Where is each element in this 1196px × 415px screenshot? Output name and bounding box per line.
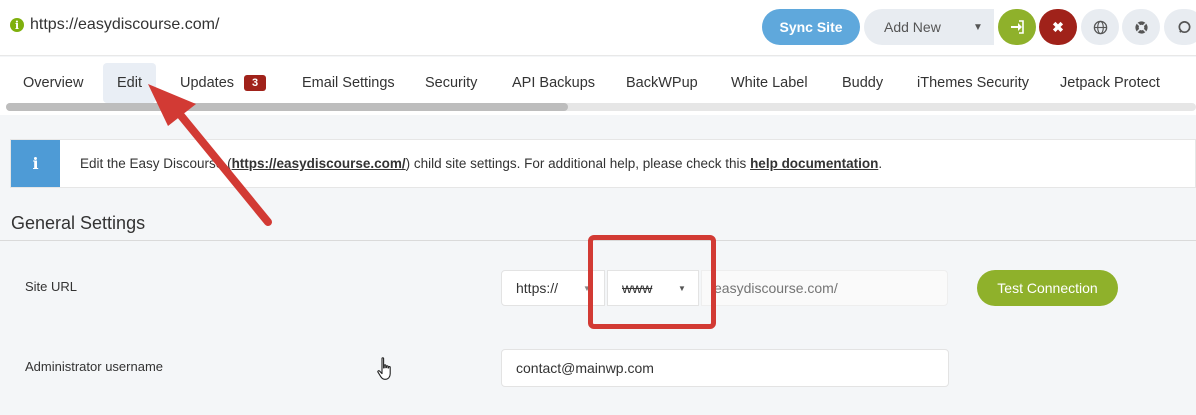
domain-input[interactable]: [701, 270, 948, 306]
tab-jetpack-protect[interactable]: Jetpack Protect: [1060, 63, 1160, 103]
login-button[interactable]: [998, 9, 1036, 45]
test-connection-button[interactable]: Test Connection: [977, 270, 1118, 306]
tab-updates[interactable]: Updates 3: [180, 63, 267, 103]
sign-in-icon: [1011, 20, 1024, 34]
help-documentation-link[interactable]: help documentation: [750, 156, 878, 171]
site-url[interactable]: https://easydiscourse.com/: [30, 16, 219, 34]
tab-edit[interactable]: Edit: [103, 63, 156, 103]
globe-icon: [1093, 20, 1107, 34]
tab-buddy[interactable]: Buddy: [842, 63, 883, 103]
globe-button[interactable]: [1081, 9, 1119, 45]
top-bar: i https://easydiscourse.com/ Sync Site A…: [0, 0, 1196, 56]
help-button[interactable]: [1122, 9, 1160, 45]
remove-site-button[interactable]: ✖: [1039, 9, 1077, 45]
banner-middle: ) child site settings. For additional he…: [405, 156, 751, 171]
comment-icon: [1178, 20, 1190, 33]
protocol-value: https://: [516, 280, 559, 296]
section-title: General Settings: [11, 213, 146, 233]
info-icon: i: [11, 140, 60, 187]
banner-text: Edit the Easy Discourse (https://easydis…: [80, 156, 882, 171]
status-info-icon: i: [10, 18, 24, 32]
tab-security[interactable]: Security: [425, 63, 477, 103]
tab-updates-label: Updates: [180, 75, 235, 91]
life-ring-icon: [1134, 20, 1148, 34]
admin-username-input[interactable]: [501, 349, 949, 387]
hand-pointer-icon: [377, 357, 391, 380]
admin-username-label: Administrator username: [25, 359, 163, 374]
site-url-label: Site URL: [25, 279, 78, 294]
site-link[interactable]: https://easydiscourse.com/: [232, 156, 406, 171]
banner-suffix: .: [878, 156, 883, 171]
tab-white-label[interactable]: White Label: [731, 63, 808, 103]
tab-overview[interactable]: Overview: [23, 63, 83, 103]
highlight-annotation: [588, 235, 716, 329]
site-info: i https://easydiscourse.com/: [10, 16, 219, 34]
banner-prefix: Edit the Easy Discourse (: [80, 156, 232, 171]
tab-backwpup[interactable]: BackWPup: [626, 63, 698, 103]
tab-email-settings[interactable]: Email Settings: [302, 63, 395, 103]
tabs-scrollbar-thumb[interactable]: [6, 103, 568, 111]
updates-count-badge: 3: [244, 75, 267, 91]
tab-api-backups[interactable]: API Backups: [512, 63, 595, 103]
sync-site-button[interactable]: Sync Site: [762, 9, 860, 45]
chat-button[interactable]: [1164, 9, 1196, 45]
info-banner: i Edit the Easy Discourse (https://easyd…: [10, 139, 1196, 188]
tab-bar: Overview Edit Updates 3 Email Settings S…: [0, 57, 1196, 115]
tab-ithemes-security[interactable]: iThemes Security: [917, 63, 1029, 103]
close-icon: ✖: [1052, 18, 1064, 35]
